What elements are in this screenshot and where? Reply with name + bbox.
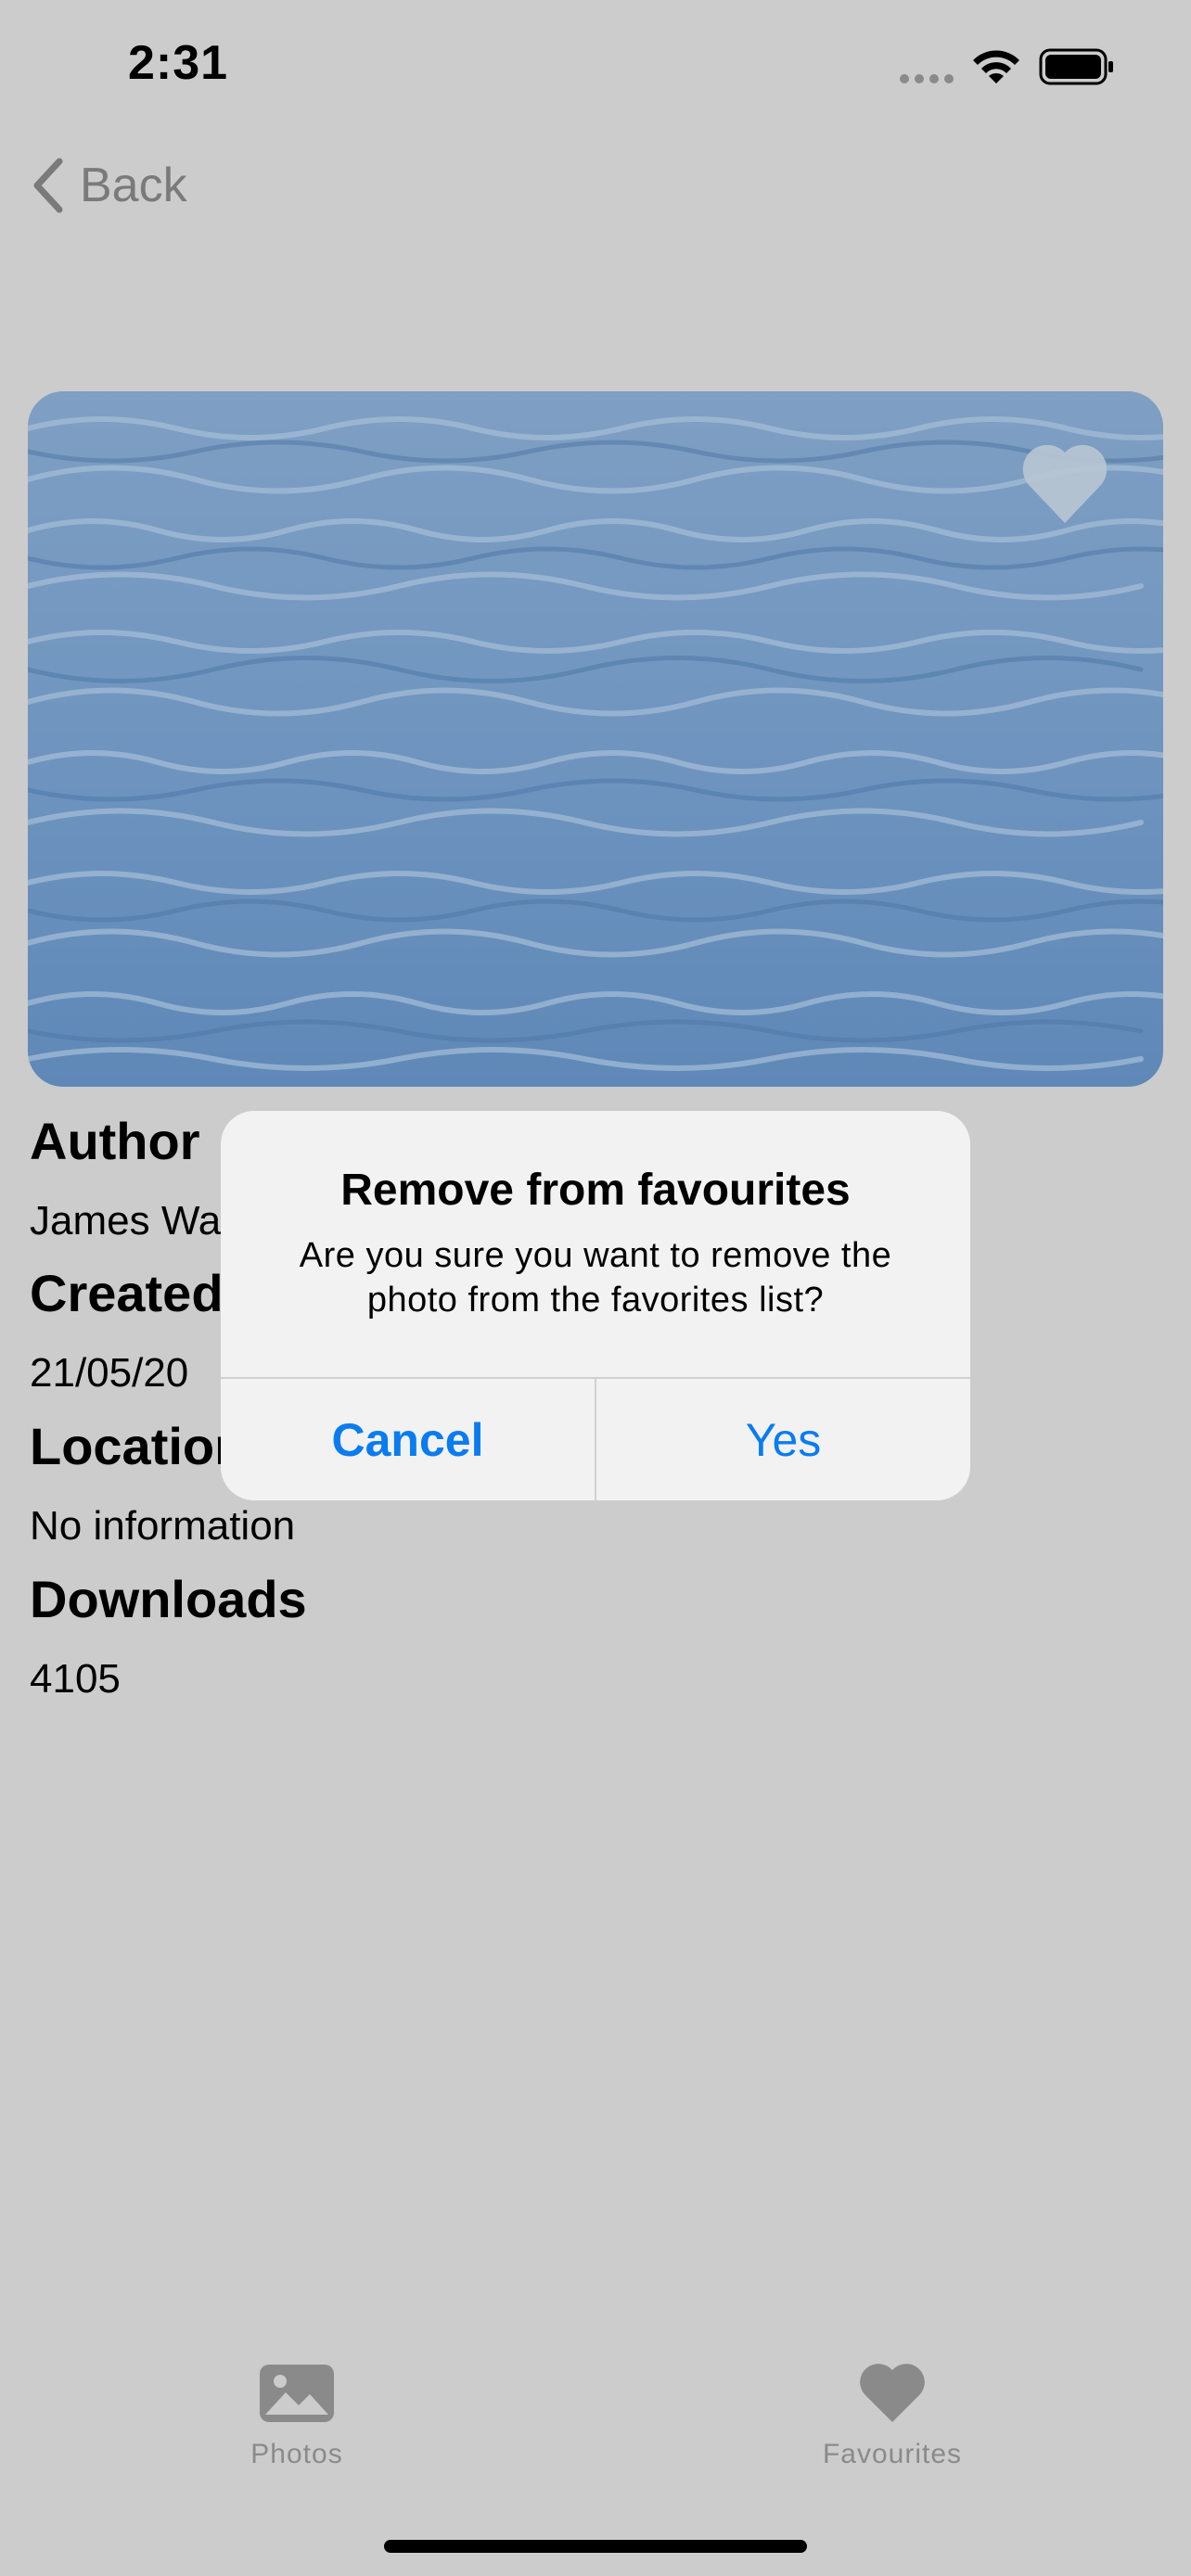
tab-photos[interactable]: Photos <box>158 2363 436 2470</box>
author-label: Author <box>30 1112 200 1170</box>
cellular-signal-icon <box>900 74 954 83</box>
tab-favourites[interactable]: Favourites <box>753 2363 1031 2470</box>
battery-icon <box>1039 48 1113 85</box>
remove-favourite-alert: Remove from favourites Are you sure you … <box>221 1111 970 1500</box>
location-value: No information <box>30 1503 296 1549</box>
alert-title: Remove from favourites <box>340 1166 851 1215</box>
created-label: Created <box>30 1264 224 1322</box>
downloads-label: Downloads <box>30 1570 307 1628</box>
back-label: Back <box>80 159 187 212</box>
created-value: 21/05/20 <box>30 1350 189 1396</box>
location-label: Location <box>30 1417 247 1475</box>
photo-image <box>28 391 1163 1087</box>
cancel-button[interactable]: Cancel <box>221 1379 595 1500</box>
back-button[interactable]: Back <box>30 158 187 213</box>
wifi-icon <box>973 50 1019 83</box>
author-value: James Wa <box>30 1198 222 1243</box>
home-indicator <box>384 2540 807 2553</box>
yes-button[interactable]: Yes <box>596 1379 970 1500</box>
photo-icon <box>260 2365 334 2422</box>
downloads-value: 4105 <box>30 1656 121 1702</box>
alert-message: Are you sure you want to remove the phot… <box>299 1236 892 1320</box>
tab-favourites-label: Favourites <box>822 2439 963 2469</box>
heart-icon <box>860 2364 925 2422</box>
status-time: 2:31 <box>128 36 229 90</box>
chevron-left-icon <box>33 158 63 213</box>
favourite-heart-icon[interactable] <box>1018 438 1111 530</box>
tab-photos-label: Photos <box>250 2439 343 2469</box>
